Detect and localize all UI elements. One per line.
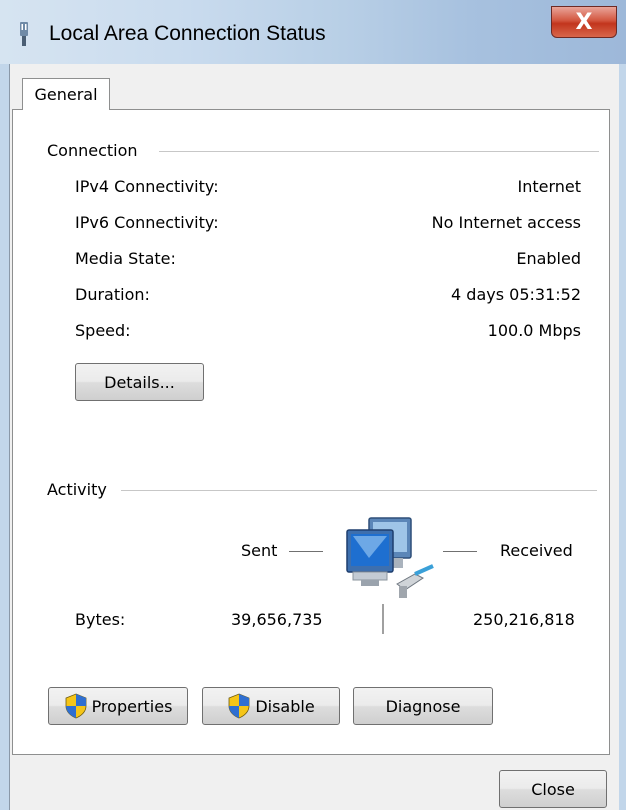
media-state-value: Enabled [516, 249, 581, 268]
speed-label: Speed: [75, 321, 131, 340]
media-state-label: Media State: [75, 249, 176, 268]
details-button[interactable]: Details... [75, 363, 204, 401]
uac-shield-icon [65, 693, 86, 719]
close-button[interactable]: Close [499, 770, 607, 808]
sent-label: Sent [241, 541, 278, 560]
speed-value: 100.0 Mbps [487, 321, 581, 340]
received-label: Received [500, 541, 573, 560]
activity-divider [121, 490, 597, 491]
network-plug-icon [20, 22, 28, 46]
ipv4-label: IPv4 Connectivity: [75, 177, 219, 196]
properties-button[interactable]: Properties [48, 687, 188, 725]
title-bar[interactable]: Local Area Connection Status X [0, 0, 626, 64]
ipv6-value: No Internet access [431, 213, 581, 232]
ipv6-label: IPv6 Connectivity: [75, 213, 219, 232]
title-close-button[interactable]: X [551, 6, 617, 38]
disable-button[interactable]: Disable [202, 687, 340, 725]
ipv4-value: Internet [517, 177, 581, 196]
tab-panel-general: Connection IPv4 Connectivity: Internet I… [12, 109, 610, 755]
duration-label: Duration: [75, 285, 150, 304]
close-icon: X [575, 9, 593, 35]
connection-divider [159, 151, 599, 152]
sent-dash [289, 551, 323, 552]
activity-heading: Activity [47, 480, 113, 499]
diagnose-button[interactable]: Diagnose [353, 687, 493, 725]
bytes-received-value: 250,216,818 [473, 610, 575, 629]
window: Local Area Connection Status X General C… [0, 0, 626, 810]
received-dash [443, 551, 477, 552]
tab-general[interactable]: General [22, 78, 110, 110]
properties-label: Properties [91, 696, 173, 716]
duration-value: 4 days 05:31:52 [451, 285, 581, 304]
disable-label: Disable [255, 696, 315, 716]
connection-heading: Connection [47, 141, 144, 160]
dialog-client-area: General Connection IPv4 Connectivity: In… [9, 64, 619, 810]
bytes-label: Bytes: [75, 610, 126, 629]
window-title: Local Area Connection Status [49, 22, 326, 45]
uac-shield-icon [228, 693, 250, 719]
network-computers-icon [346, 517, 434, 598]
bytes-sent-value: 39,656,735 [231, 610, 323, 629]
activity-separator [382, 604, 384, 634]
